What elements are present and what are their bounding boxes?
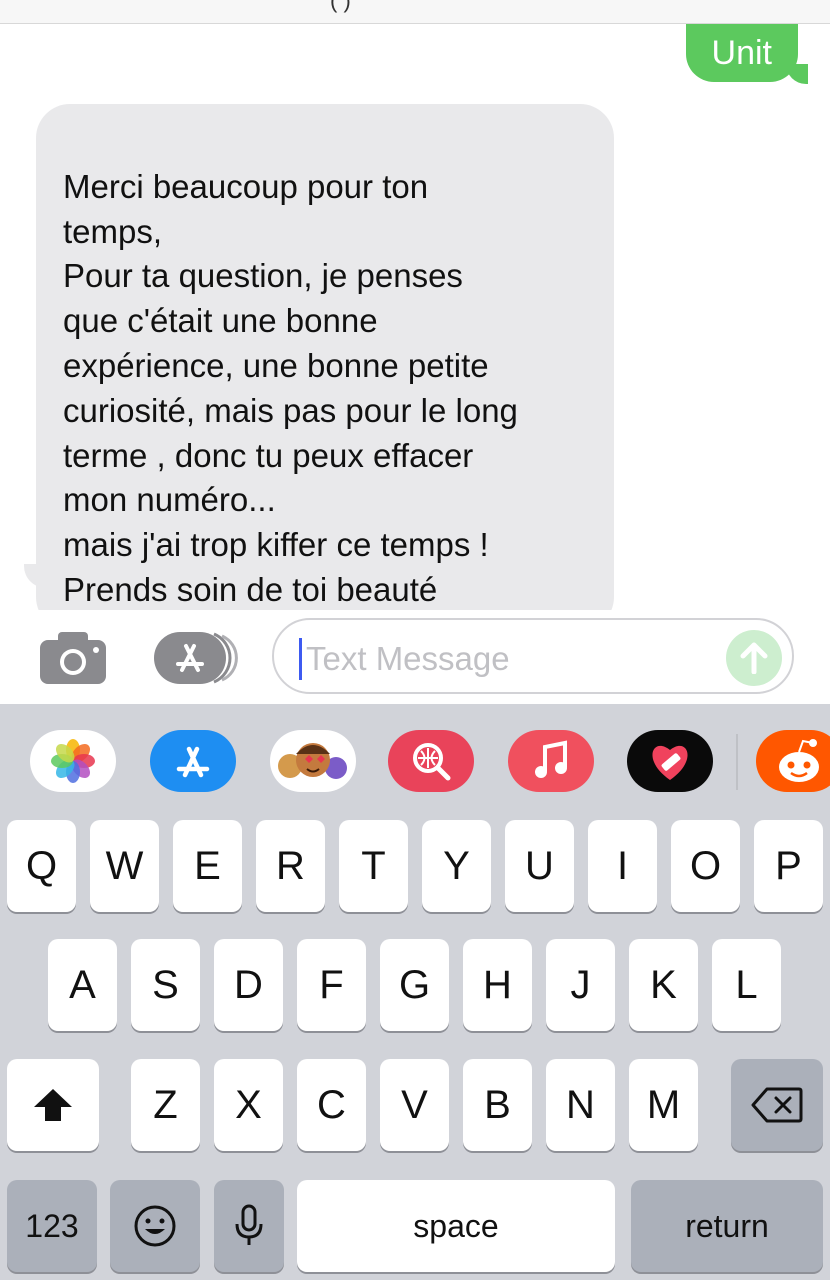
music-app-icon[interactable] — [508, 730, 594, 792]
key-label: P — [775, 843, 802, 888]
digital-touch-app-icon[interactable] — [627, 730, 713, 792]
key-x[interactable]: X — [214, 1059, 283, 1151]
header-title-fragment: (⁠ ⁠) — [330, 0, 351, 13]
key-i[interactable]: I — [588, 820, 657, 912]
conversation-header: (⁠ ⁠) — [0, 0, 830, 24]
key-k[interactable]: K — [629, 939, 698, 1031]
key-n[interactable]: N — [546, 1059, 615, 1151]
key-s[interactable]: S — [131, 939, 200, 1031]
key-label: R — [276, 843, 305, 888]
key-label: space — [413, 1207, 499, 1244]
key-p[interactable]: P — [754, 820, 823, 912]
key-label: J — [570, 962, 591, 1007]
message-text-field[interactable]: Text Message — [272, 618, 794, 694]
key-m[interactable]: M — [629, 1059, 698, 1151]
key-label: M — [646, 1082, 681, 1127]
key-u[interactable]: U — [505, 820, 574, 912]
numbers-key[interactable]: 123 — [7, 1180, 97, 1272]
received-bubble-tail — [24, 564, 50, 588]
app-store-icon — [154, 632, 238, 684]
received-message-text: Merci beaucoup pour ton temps, Pour ta q… — [63, 167, 518, 608]
key-l[interactable]: L — [712, 939, 781, 1031]
key-label: V — [401, 1082, 428, 1127]
messages-screen: (⁠ ⁠) Unit Merci beaucoup pour ton temps… — [0, 0, 830, 1280]
key-h[interactable]: H — [463, 939, 532, 1031]
key-label: D — [234, 962, 263, 1007]
key-label: I — [616, 843, 629, 888]
key-o[interactable]: O — [671, 820, 740, 912]
key-label: T — [361, 843, 386, 888]
key-label: C — [317, 1082, 346, 1127]
key-v[interactable]: V — [380, 1059, 449, 1151]
received-message-bubble[interactable]: Merci beaucoup pour ton temps, Pour ta q… — [36, 104, 614, 631]
key-a[interactable]: A — [48, 939, 117, 1031]
key-g[interactable]: G — [380, 939, 449, 1031]
key-label: F — [319, 962, 344, 1007]
key-label: E — [194, 843, 221, 888]
camera-button[interactable] — [40, 632, 106, 684]
imessage-app-drawer — [0, 704, 830, 814]
key-b[interactable]: B — [463, 1059, 532, 1151]
app-store-app-icon[interactable] — [150, 730, 236, 792]
memoji-app-icon[interactable] — [270, 730, 356, 792]
shift-icon — [34, 1089, 72, 1121]
key-label: Y — [443, 843, 470, 888]
key-label: H — [483, 962, 512, 1007]
dictation-key[interactable] — [214, 1180, 284, 1272]
text-cursor — [299, 638, 302, 680]
key-label: G — [398, 962, 431, 1007]
key-label: L — [735, 962, 758, 1007]
keyboard: Q W E R T Y U I O P A S D F G H J K L Z … — [0, 704, 830, 1280]
sent-message-bubble[interactable]: Unit — [685, 24, 798, 82]
delete-key[interactable] — [731, 1059, 823, 1151]
key-label: B — [484, 1082, 511, 1127]
shift-key[interactable] — [7, 1059, 99, 1151]
key-z[interactable]: Z — [131, 1059, 200, 1151]
key-label: A — [69, 962, 96, 1007]
key-label: X — [235, 1082, 262, 1127]
images-search-app-icon[interactable] — [388, 730, 474, 792]
key-label: return — [685, 1207, 769, 1244]
key-f[interactable]: F — [297, 939, 366, 1031]
key-q[interactable]: Q — [7, 820, 76, 912]
key-label: Q — [25, 843, 58, 888]
key-c[interactable]: C — [297, 1059, 366, 1151]
camera-icon — [40, 632, 106, 684]
message-thread: Unit Merci beaucoup pour ton temps, Pour… — [0, 24, 830, 631]
key-e[interactable]: E — [173, 820, 242, 912]
delete-icon — [751, 1087, 803, 1123]
sent-bubble-tail — [786, 64, 808, 84]
sent-message-text: Unit — [711, 34, 772, 72]
key-label: 123 — [25, 1207, 79, 1244]
reddit-app-icon[interactable] — [756, 730, 830, 792]
photos-app-icon[interactable] — [30, 730, 116, 792]
message-placeholder: Text Message — [306, 640, 510, 677]
key-label: W — [105, 843, 144, 888]
key-label: O — [689, 843, 722, 888]
arrow-up-icon — [740, 642, 768, 674]
composer-bar: Text Message — [0, 610, 830, 704]
key-j[interactable]: J — [546, 939, 615, 1031]
key-label: N — [566, 1082, 595, 1127]
key-d[interactable]: D — [214, 939, 283, 1031]
emoji-key[interactable] — [110, 1180, 200, 1272]
key-y[interactable]: Y — [422, 820, 491, 912]
emoji-icon — [134, 1205, 176, 1247]
space-key[interactable]: space — [297, 1180, 615, 1272]
app-drawer-divider — [736, 734, 738, 790]
return-key[interactable]: return — [631, 1180, 823, 1272]
apps-button[interactable] — [154, 632, 238, 684]
microphone-icon — [235, 1204, 263, 1245]
key-label: Z — [153, 1082, 178, 1127]
send-button[interactable] — [726, 630, 782, 686]
key-w[interactable]: W — [90, 820, 159, 912]
key-t[interactable]: T — [339, 820, 408, 912]
key-label: U — [525, 843, 554, 888]
key-label: S — [152, 962, 179, 1007]
key-r[interactable]: R — [256, 820, 325, 912]
key-label: K — [650, 962, 677, 1007]
